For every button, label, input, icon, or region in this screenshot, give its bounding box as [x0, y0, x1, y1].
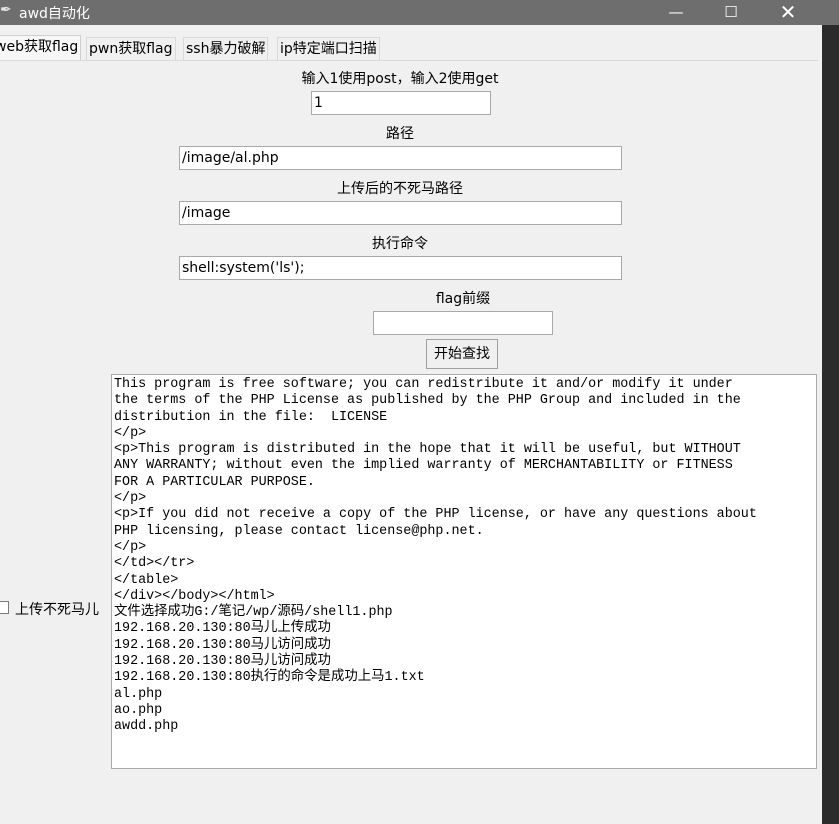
- output-line: </p>: [114, 425, 147, 441]
- output-line: ANY WARRANTY; without even the implied w…: [114, 458, 733, 474]
- output-line: This program is free software; you can r…: [114, 377, 733, 392]
- output-line: 192.168.20.130:80马儿访问成功: [114, 654, 331, 670]
- output-textarea[interactable]: This program is free software; you can r…: [111, 374, 817, 769]
- path-input[interactable]: /image/al.php: [179, 146, 622, 170]
- tab-ssh-bruteforce[interactable]: ssh暴力破解: [183, 37, 269, 60]
- feather-icon: ✒: [0, 2, 12, 18]
- upload-path-input[interactable]: /image: [179, 201, 622, 225]
- upload-path-label: 上传后的不死马路径: [337, 181, 463, 197]
- tab-divider: [0, 60, 818, 61]
- flag-prefix-input[interactable]: [373, 311, 553, 335]
- output-line: 192.168.20.130:80马儿访问成功: [114, 637, 331, 653]
- path-label: 路径: [386, 126, 414, 142]
- flag-prefix-label: flag前缀: [435, 291, 491, 307]
- output-line: </td></tr>: [114, 556, 195, 572]
- window-title: awd自动化: [19, 6, 90, 22]
- output-line: </p>: [114, 539, 147, 555]
- output-line: 192.168.20.130:80执行的命令是成功上马1.txt: [114, 670, 425, 686]
- output-line: </table>: [114, 572, 179, 588]
- output-line: </p>: [114, 491, 147, 507]
- output-line: </div></body></html>: [114, 588, 275, 604]
- minimize-button[interactable]: —: [648, 0, 704, 25]
- output-line: FOR A PARTICULAR PURPOSE.: [114, 474, 315, 490]
- output-line: al.php: [114, 686, 163, 702]
- tab-pwn-flag[interactable]: pwn获取flag: [86, 37, 176, 60]
- output-line: <p>This program is distributed in the ho…: [114, 442, 741, 458]
- output-line: 192.168.20.130:80马儿上传成功: [114, 621, 331, 637]
- maximize-button[interactable]: ☐: [703, 0, 759, 25]
- title-bar: ✒ awd自动化 — ☐ ✕: [0, 0, 839, 25]
- method-input[interactable]: 1: [311, 91, 491, 115]
- output-line: distribution in the file: LICENSE: [114, 409, 388, 425]
- background-strip: [822, 25, 839, 824]
- output-line: 文件选择成功G:/笔记/wp/源码/shell1.php: [114, 605, 393, 621]
- window-body: web获取flag pwn获取flag ssh暴力破解 ip特定端口扫描 输入1…: [0, 25, 822, 824]
- output-line: PHP licensing, please contact license@ph…: [114, 523, 484, 539]
- upload-checkbox[interactable]: [0, 601, 9, 614]
- output-line: ao.php: [114, 702, 163, 718]
- close-button[interactable]: ✕: [760, 0, 816, 25]
- start-search-button[interactable]: 开始查找: [426, 339, 498, 369]
- command-input[interactable]: shell:system('ls');: [179, 256, 622, 280]
- tab-port-scan[interactable]: ip特定端口扫描: [277, 37, 380, 60]
- command-label: 执行命令: [372, 236, 428, 252]
- output-line: <p>If you did not receive a copy of the …: [114, 507, 757, 523]
- output-lines: This program is free software; you can r…: [114, 377, 816, 736]
- upload-checkbox-label: 上传不死马儿: [15, 602, 99, 618]
- output-line: awdd.php: [114, 719, 179, 735]
- output-line: the terms of the PHP License as publishe…: [114, 393, 741, 409]
- method-label: 输入1使用post，输入2使用get: [301, 71, 499, 87]
- tab-web-flag[interactable]: web获取flag: [0, 35, 82, 61]
